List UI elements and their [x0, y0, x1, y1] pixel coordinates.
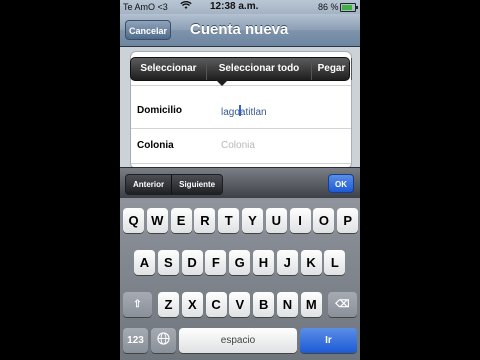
battery-fill	[342, 5, 353, 10]
iphone-screen: Te AmO <3 12:38 a.m. 86 % Cancelar Cuent…	[120, 0, 360, 360]
select-all-menu-item[interactable]: Seleccionar todo	[207, 58, 312, 80]
prev-next-control: Anterior Siguiente	[125, 174, 224, 195]
domicilio-value-after-cursor: atitlan	[239, 107, 267, 118]
key-m[interactable]: M	[300, 292, 322, 317]
key-l[interactable]: L	[324, 250, 346, 275]
key-r[interactable]: R	[194, 208, 216, 233]
domicilio-input[interactable]: lagoatitlan	[221, 105, 267, 118]
edit-menu: Seleccionar Seleccionar todo Pegar	[130, 57, 352, 86]
delete-key[interactable]: ⌫	[328, 292, 357, 317]
status-bar: Te AmO <3 12:38 a.m. 86 %	[120, 0, 360, 14]
key-k[interactable]: K	[300, 250, 322, 275]
key-o[interactable]: O	[313, 208, 335, 233]
key-s[interactable]: S	[157, 250, 179, 275]
select-menu-item[interactable]: Seleccionar	[131, 58, 207, 80]
previous-button[interactable]: Anterior	[126, 175, 173, 194]
shift-icon: ⇧	[133, 299, 142, 310]
domicilio-label: Domicilio	[137, 105, 183, 116]
key-g[interactable]: G	[229, 250, 251, 275]
cancel-button[interactable]: Cancelar	[125, 20, 171, 40]
domicilio-value-before-cursor: lago	[221, 107, 240, 118]
key-q[interactable]: Q	[123, 208, 144, 233]
globe-icon	[157, 332, 170, 346]
key-y[interactable]: Y	[242, 208, 263, 233]
key-u[interactable]: U	[265, 208, 287, 233]
paste-menu-item[interactable]: Pegar	[312, 58, 352, 80]
battery-icon	[340, 3, 358, 12]
key-t[interactable]: T	[218, 208, 240, 233]
colonia-input[interactable]: Colonia	[221, 140, 255, 151]
key-w[interactable]: W	[146, 208, 168, 233]
form-toolbar: Anterior Siguiente OK	[120, 167, 360, 198]
globe-key[interactable]	[151, 328, 176, 353]
next-button[interactable]: Siguiente	[172, 175, 222, 194]
wifi-icon	[180, 1, 192, 12]
page-title: Cuenta nueva	[190, 21, 289, 38]
go-key[interactable]: Ir	[300, 328, 357, 353]
key-d[interactable]: D	[181, 250, 203, 275]
status-time: 12:38 a.m.	[210, 1, 259, 12]
key-v[interactable]: V	[229, 292, 251, 317]
space-key[interactable]: espacio	[179, 328, 297, 353]
key-p[interactable]: P	[337, 208, 359, 233]
ok-button[interactable]: OK	[328, 174, 354, 193]
keyboard: QWERTYUIOP ASDFGHJKL ZXCVBNM ⇧ ⌫ 123 esp…	[120, 198, 360, 360]
key-j[interactable]: J	[276, 250, 298, 275]
backspace-icon: ⌫	[335, 299, 350, 310]
colonia-label: Colonia	[137, 140, 174, 151]
form-row-domicilio[interactable]: Domicilio lagoatitlan	[131, 94, 351, 129]
numbers-key[interactable]: 123	[123, 328, 148, 353]
key-c[interactable]: C	[205, 292, 227, 317]
shift-key[interactable]: ⇧	[123, 292, 152, 317]
form-row-colonia[interactable]: Colonia Colonia	[131, 129, 351, 164]
key-h[interactable]: H	[253, 250, 274, 275]
key-a[interactable]: A	[134, 250, 155, 275]
navigation-bar: Cancelar Cuenta nueva	[120, 14, 360, 47]
key-x[interactable]: X	[181, 292, 203, 317]
edit-menu-pointer	[216, 80, 228, 86]
key-f[interactable]: F	[205, 250, 227, 275]
key-i[interactable]: I	[289, 208, 311, 233]
battery-percent: 86 %	[318, 2, 339, 12]
key-e[interactable]: E	[170, 208, 192, 233]
key-z[interactable]: Z	[158, 292, 179, 317]
carrier-label: Te AmO <3	[123, 2, 168, 12]
key-b[interactable]: B	[253, 292, 275, 317]
key-n[interactable]: N	[277, 292, 298, 317]
